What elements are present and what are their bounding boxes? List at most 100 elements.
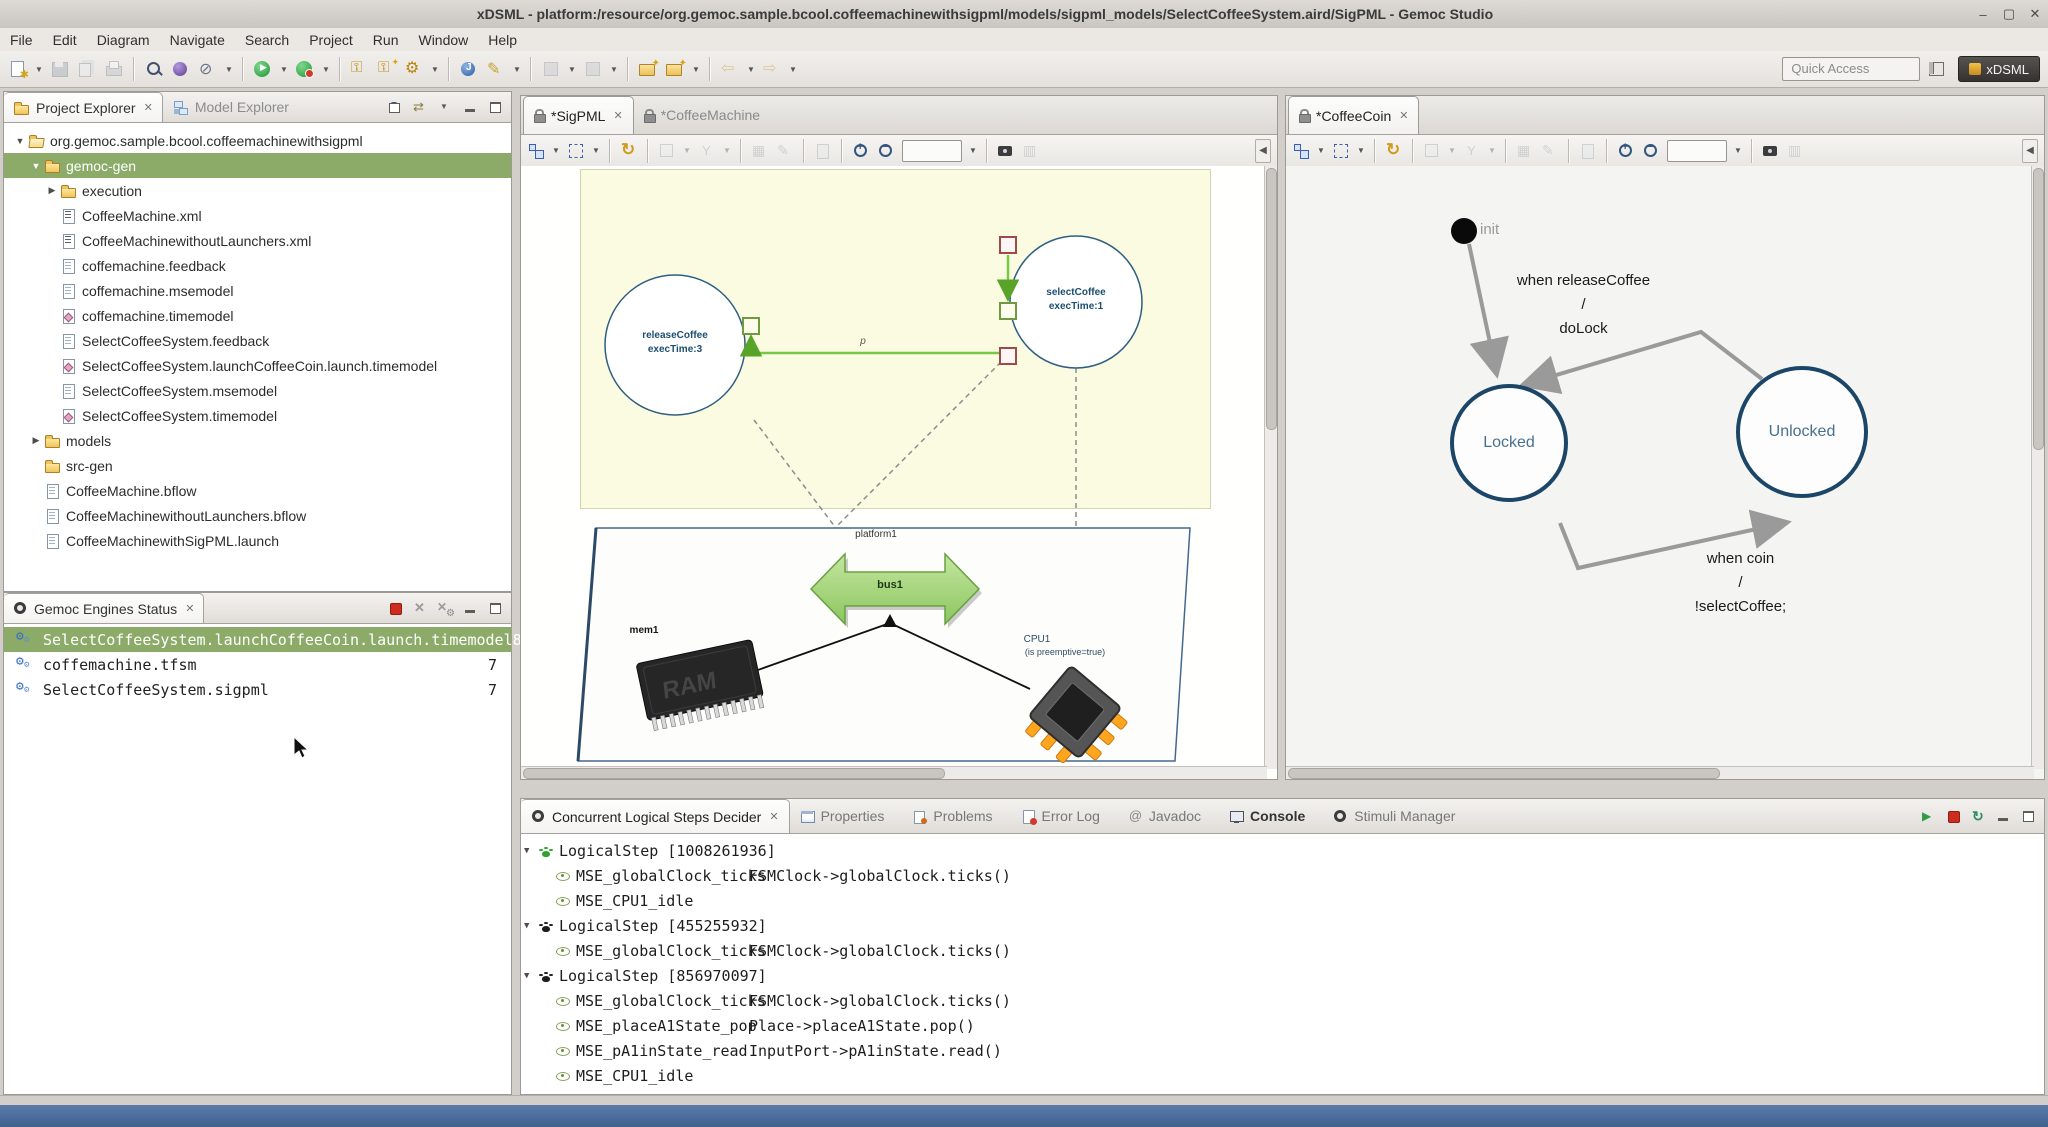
tab-gemoc-engines-status[interactable]: Gemoc Engines Status ✕	[4, 593, 204, 623]
sep[interactable]	[133, 57, 135, 81]
expand-arrow-icon[interactable]: ▼	[524, 971, 538, 981]
run-icon[interactable]	[253, 59, 273, 79]
tree-item[interactable]: ▼ org.gemoc.sample.bcool.coffeemachinewi…	[4, 128, 511, 153]
gemoc-key2-icon[interactable]	[377, 59, 397, 79]
new-dropdown[interactable]: ▼	[35, 65, 43, 74]
snap-grid-icon[interactable]	[1516, 142, 1534, 160]
state-locked-node[interactable]	[1452, 386, 1566, 500]
window-close-button[interactable]: ✕	[2022, 6, 2048, 22]
coffeecoin-canvas[interactable]: init Locked Unlocked when releaseCoffee/…	[1286, 166, 2044, 779]
debug-run-icon[interactable]	[295, 59, 315, 79]
bottom-view-tab[interactable]: Error Log	[1011, 799, 1118, 833]
maximize-view-icon[interactable]	[487, 600, 503, 616]
tree-item[interactable]: ▶ models	[4, 428, 511, 453]
logical-step-row[interactable]: MSE_CPU1_idle	[521, 1063, 2044, 1088]
expand-arrow-icon[interactable]: ▼	[28, 161, 44, 171]
transition-locked-to-unlocked[interactable]	[1560, 523, 1784, 568]
tool-b-icon[interactable]	[583, 59, 603, 79]
tree-item[interactable]: coffemachine.feedback	[4, 253, 511, 278]
actor-releasecoffee[interactable]	[605, 275, 745, 415]
logical-step-row[interactable]: MSE_placeA1State_pop Place->placeA1State…	[521, 1013, 2044, 1038]
marquee-select-icon[interactable]	[1332, 142, 1350, 160]
input-port[interactable]	[1000, 303, 1016, 319]
state-unlocked-node[interactable]	[1738, 368, 1866, 496]
restart-icon[interactable]	[1970, 808, 1986, 824]
close-icon[interactable]: ✕	[144, 101, 153, 114]
minimize-view-icon[interactable]	[462, 600, 478, 616]
bottom-view-tab[interactable]: Concurrent Logical Steps Decider ✕	[521, 799, 790, 833]
zoom-out-icon[interactable]	[1642, 142, 1660, 160]
coffemachine.tfsm[interactable]: coffemachine.tfsm 7	[4, 652, 511, 677]
tree-item[interactable]: SelectCoffeeSystem.msemodel	[4, 378, 511, 403]
arrange-all-icon[interactable]	[1022, 142, 1040, 160]
dispose-engine-icon[interactable]	[412, 600, 428, 616]
open-folder-icon[interactable]	[665, 59, 685, 79]
zoom-in-icon[interactable]	[852, 142, 870, 160]
close-icon[interactable]: ✕	[1399, 109, 1408, 122]
minimize-view-icon[interactable]	[1995, 808, 2011, 824]
dispose-all-engines-icon[interactable]	[437, 600, 453, 616]
refresh-diagram-icon[interactable]	[1385, 142, 1403, 160]
output-port[interactable]	[743, 318, 759, 334]
skip-dropdown[interactable]: ▼	[225, 65, 233, 74]
select-elements-icon[interactable]	[527, 142, 545, 160]
menu-item[interactable]: Edit	[43, 30, 87, 50]
back-dropdown[interactable]: ▼	[747, 65, 755, 74]
tree-item[interactable]: SelectCoffeeSystem.timemodel	[4, 403, 511, 428]
back-icon[interactable]	[720, 59, 740, 79]
sigpml-canvas[interactable]: RAM	[521, 166, 1277, 779]
tool-b-dropdown[interactable]: ▼	[610, 65, 618, 74]
tab-model-explorer[interactable]: Model Explorer	[163, 92, 298, 122]
edge-router-icon[interactable]	[698, 142, 716, 160]
resume-step-icon[interactable]	[1920, 808, 1936, 824]
zoom-in-icon[interactable]	[1617, 142, 1635, 160]
tree-item[interactable]: coffemachine.msemodel	[4, 278, 511, 303]
maximize-view-icon[interactable]	[2020, 808, 2036, 824]
maximize-view-icon[interactable]	[487, 99, 503, 115]
debug-dropdown[interactable]: ▼	[322, 65, 330, 74]
bottom-view-tab[interactable]: Javadoc	[1118, 799, 1219, 833]
java-icon[interactable]	[459, 59, 479, 79]
skip-breakpoints-icon[interactable]	[198, 59, 218, 79]
vertical-scrollbar[interactable]	[2031, 166, 2044, 769]
debug-sphere-icon[interactable]	[171, 59, 191, 79]
menu-item[interactable]: Help	[478, 30, 527, 50]
menu-item[interactable]: Diagram	[87, 30, 160, 50]
annotate-dropdown[interactable]: ▼	[513, 65, 521, 74]
sep[interactable]	[709, 57, 711, 81]
perspective-button[interactable]: xDSML	[1958, 56, 2040, 82]
SelectCoffeeSystem.launchCoffeeCoin.launch.timemodel[interactable]: SelectCoffeeSystem.launchCoffeeCoin.laun…	[4, 627, 511, 652]
export-image-icon[interactable]	[997, 142, 1015, 160]
select-elements-icon[interactable]	[1292, 142, 1310, 160]
tool-a-dropdown[interactable]: ▼	[568, 65, 576, 74]
logical-step-row[interactable]: MSE_CPU1_idle	[521, 888, 2044, 913]
paste-layout-icon[interactable]	[814, 142, 832, 160]
collapse-all-icon[interactable]	[387, 99, 403, 115]
bottom-view-tab[interactable]: Properties	[790, 799, 903, 833]
tree-item[interactable]: SelectCoffeeSystem.launchCoffeeCoin.laun…	[4, 353, 511, 378]
expand-arrow-icon[interactable]: ▼	[524, 921, 538, 931]
view-menu-icon[interactable]	[437, 99, 453, 115]
zoom-level-combo[interactable]	[1667, 140, 1727, 162]
zoom-out-icon[interactable]	[877, 142, 895, 160]
tree-item[interactable]: CoffeeMachine.xml	[4, 203, 511, 228]
search-icon[interactable]	[144, 59, 164, 79]
menu-item[interactable]: Project	[299, 30, 363, 50]
menu-item[interactable]: File	[0, 30, 43, 50]
sep[interactable]	[627, 57, 629, 81]
folder-dropdown[interactable]: ▼	[692, 65, 700, 74]
logical-step-row[interactable]: MSE_globalClock_ticks FSMClock->globalCl…	[521, 863, 2044, 888]
vertical-scrollbar[interactable]	[1264, 166, 1277, 769]
arrange-all-icon[interactable]	[1787, 142, 1805, 160]
window-maximize-button[interactable]: ▢	[1996, 6, 2022, 22]
sep[interactable]	[242, 57, 244, 81]
logical-step-row[interactable]: MSE_globalClock_ticks FSMClock->globalCl…	[521, 938, 2044, 963]
logical-step-row[interactable]: ▼ LogicalStep [856970097]	[521, 963, 2044, 988]
refresh-diagram-icon[interactable]	[620, 142, 638, 160]
tree-item[interactable]: ▼ gemoc-gen	[4, 153, 511, 178]
gemoc-dropdown[interactable]: ▼	[431, 65, 439, 74]
save-all-icon[interactable]	[77, 59, 97, 79]
run-dropdown[interactable]: ▼	[280, 65, 288, 74]
tree-item[interactable]: src-gen	[4, 453, 511, 478]
stop-engine-icon[interactable]	[387, 600, 403, 616]
